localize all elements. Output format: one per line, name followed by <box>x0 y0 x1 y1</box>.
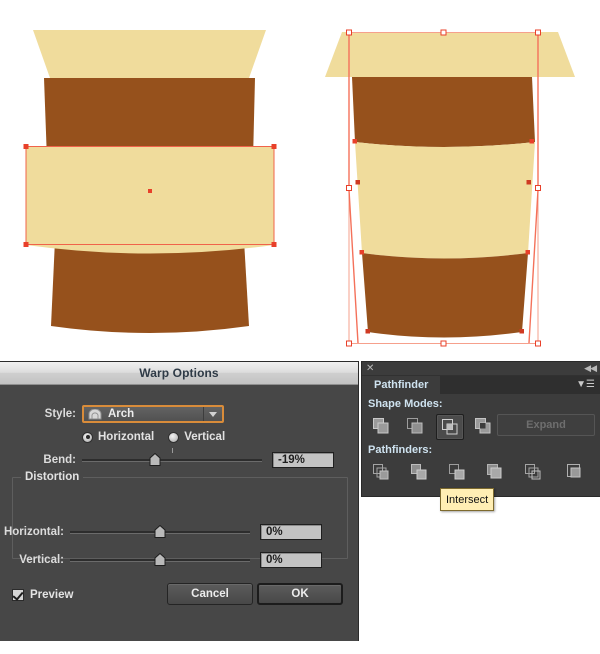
distortion-vertical-value: 0% <box>266 554 283 566</box>
style-value: Arch <box>108 408 135 420</box>
radio-dot-vertical <box>168 431 180 443</box>
exclude-icon <box>475 418 491 434</box>
shape-modes-label: Shape Modes: <box>368 398 443 410</box>
cancel-button[interactable]: Cancel <box>167 583 253 605</box>
pathfinder-minus-back-button[interactable] <box>562 460 588 484</box>
bend-slider-track[interactable] <box>82 459 262 462</box>
close-icon[interactable]: ✕ <box>366 363 374 374</box>
slider-thumb-icon <box>154 524 166 538</box>
shape-mode-minus-front-button[interactable] <box>402 414 428 438</box>
pathfinder-outline-button[interactable] <box>520 460 546 484</box>
pathfinder-panel[interactable]: ✕ ◀◀ Pathfinder ▼☰ Shape Modes: Expand P… <box>362 362 600 511</box>
distortion-horizontal-value: 0% <box>266 526 283 538</box>
distortion-vertical-row: Vertical: 0% <box>0 551 358 569</box>
intersect-icon <box>442 419 458 435</box>
artwork-left-cup[interactable] <box>0 0 300 362</box>
pathfinder-topbar: ✕ ◀◀ <box>362 362 600 376</box>
intersect-tooltip: Intersect <box>440 488 495 511</box>
expand-button-label: Expand <box>526 419 566 431</box>
pathfinder-divide-button[interactable] <box>368 460 394 484</box>
style-label: Style: <box>44 408 76 420</box>
slider-thumb-icon <box>154 552 166 566</box>
shape-mode-unite-button[interactable] <box>368 414 394 438</box>
ok-button[interactable]: OK <box>257 583 343 605</box>
bend-row: Bend: -19% <box>0 448 358 469</box>
bend-slider-thumb[interactable] <box>149 452 161 466</box>
divide-icon <box>373 464 389 480</box>
distortion-group-label: Distortion <box>21 471 84 483</box>
unite-icon <box>373 418 389 434</box>
tab-pathfinder[interactable]: Pathfinder <box>362 376 441 394</box>
panel-menu-icon[interactable]: ▼☰ <box>576 379 595 390</box>
pathfinder-body: Shape Modes: Expand Pathfinders: Interse… <box>362 394 600 511</box>
warp-dialog-footer: Preview Cancel OK <box>0 583 358 623</box>
outline-icon <box>525 464 541 480</box>
distortion-vertical-field[interactable]: 0% <box>260 552 322 568</box>
expand-button[interactable]: Expand <box>497 414 595 436</box>
checkbox-check-icon <box>12 589 24 601</box>
merge-icon <box>449 464 465 480</box>
bend-value-field[interactable]: -19% <box>272 452 334 468</box>
style-row: Style: Arch <box>0 405 358 423</box>
pathfinder-merge-button[interactable] <box>444 460 470 484</box>
preview-checkbox[interactable]: Preview <box>12 589 73 601</box>
distortion-horizontal-slider[interactable] <box>70 523 250 541</box>
artwork-right-cup[interactable] <box>300 0 600 362</box>
minus-back-icon <box>567 464 581 478</box>
shape-mode-exclude-button[interactable] <box>470 414 496 438</box>
distortion-vertical-label: Vertical: <box>19 554 64 566</box>
crop-icon <box>487 464 502 479</box>
distortion-horizontal-row: Horizontal: 0% <box>0 523 358 541</box>
style-select[interactable]: Arch <box>82 405 224 423</box>
minus-front-icon <box>407 418 423 434</box>
radio-vertical[interactable]: Vertical <box>168 431 225 443</box>
collapse-icon[interactable]: ◀◀ <box>584 363 597 374</box>
ok-button-label: OK <box>291 588 309 600</box>
distortion-horizontal-thumb[interactable] <box>154 524 166 538</box>
distortion-vertical-thumb[interactable] <box>154 552 166 566</box>
warp-options-dialog[interactable]: Warp Options Style: Arch Horizontal Vert… <box>0 362 358 641</box>
warp-dialog-body: Style: Arch Horizontal Vertical Bend: -1… <box>0 385 358 641</box>
illustrator-artboard[interactable] <box>0 0 600 362</box>
radio-vertical-label: Vertical <box>184 431 226 443</box>
bend-label: Bend: <box>43 454 76 466</box>
bend-zero-tick <box>172 448 173 453</box>
tab-pathfinder-label: Pathfinder <box>374 379 429 391</box>
pathfinders-label: Pathfinders: <box>368 444 433 456</box>
preview-label: Preview <box>30 589 74 601</box>
slider-thumb-icon <box>149 452 161 466</box>
radio-horizontal-label: Horizontal <box>98 431 155 443</box>
intersect-tooltip-label: Intersect <box>446 494 489 506</box>
bend-value: -19% <box>278 454 305 466</box>
distortion-group: Distortion <box>12 471 348 559</box>
distortion-horizontal-label: Horizontal: <box>3 526 64 538</box>
pathfinder-trim-button[interactable] <box>406 460 432 484</box>
arch-icon <box>88 408 102 419</box>
warp-dialog-titlebar[interactable]: Warp Options <box>0 362 358 385</box>
pathfinder-tabbar[interactable]: Pathfinder ▼☰ <box>362 376 600 394</box>
radio-horizontal[interactable]: Horizontal <box>82 431 154 443</box>
radio-dot-horizontal <box>82 431 93 443</box>
distortion-horizontal-field[interactable]: 0% <box>260 524 322 540</box>
distortion-vertical-slider[interactable] <box>70 551 250 569</box>
bend-slider[interactable] <box>82 448 262 469</box>
shape-mode-intersect-button[interactable] <box>436 414 464 440</box>
orientation-radio-group[interactable]: Horizontal Vertical <box>82 431 239 443</box>
warp-dialog-title: Warp Options <box>139 366 219 380</box>
cancel-button-label: Cancel <box>191 588 229 600</box>
chevron-down-icon[interactable] <box>203 407 222 421</box>
pathfinder-crop-button[interactable] <box>482 460 508 484</box>
trim-icon <box>411 464 427 480</box>
